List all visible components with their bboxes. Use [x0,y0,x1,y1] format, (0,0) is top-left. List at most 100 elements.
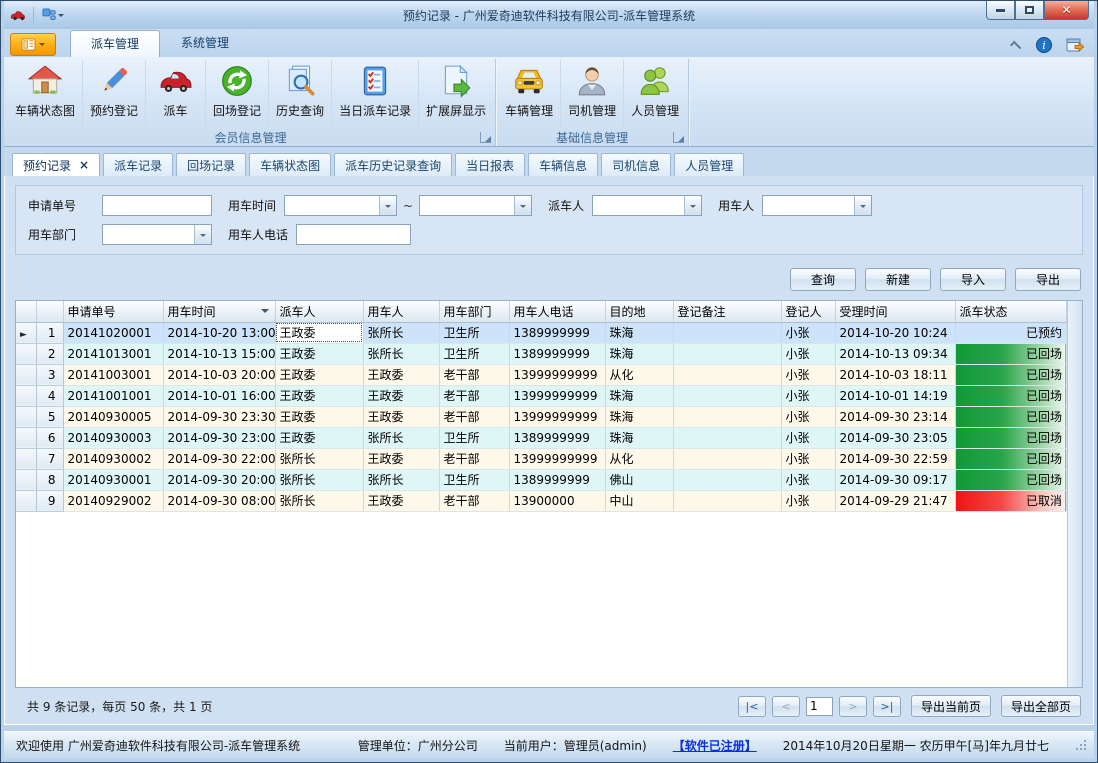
return-register-button[interactable]: 回场登记 [205,60,268,128]
table-row[interactable]: ► 1 20141020001 2014-10-20 13:00 王政委 张所长… [16,322,1067,343]
cell-dispatch-status[interactable]: 已回场 [955,406,1067,427]
cell-destination[interactable]: 珠海 [605,406,673,427]
collapse-ribbon-chevron-icon[interactable] [1010,41,1021,52]
query-button[interactable]: 查询 [790,268,856,291]
cell-remark[interactable] [673,490,781,511]
close-button[interactable]: ✕ [1044,1,1089,20]
cell-destination[interactable]: 从化 [605,364,673,385]
cell-registrar[interactable]: 小张 [781,469,835,490]
table-row[interactable]: 7 20140930002 2014-09-30 22:00 张所长 王政委 老… [16,448,1067,469]
cell-user[interactable]: 王政委 [363,385,439,406]
cell-dept[interactable]: 老干部 [439,448,509,469]
cell-dept[interactable]: 卫生所 [439,469,509,490]
cell-user[interactable]: 王政委 [363,406,439,427]
cell-accept-time[interactable]: 2014-09-29 21:47 [835,490,955,511]
combo-dropdown-button[interactable] [514,196,531,215]
cell-dispatch-status[interactable]: 已回场 [955,469,1067,490]
cell-dispatch-status[interactable]: 已预约 [955,322,1067,343]
cell-phone[interactable]: 13900000 [509,490,605,511]
cell-use-time[interactable]: 2014-09-30 20:00 [163,469,275,490]
tab-return-records[interactable]: 回场记录 [176,153,246,176]
header-use-time[interactable]: 用车时间 [163,301,275,322]
last-page-button[interactable]: >| [873,696,901,717]
cell-registrar[interactable]: 小张 [781,427,835,448]
cell-registrar[interactable]: 小张 [781,364,835,385]
cell-apply-no[interactable]: 20140930001 [63,469,163,490]
cell-use-time[interactable]: 2014-10-01 16:00 [163,385,275,406]
tab-reservation-records[interactable]: 预约记录 × [12,153,100,176]
resize-grip[interactable] [1075,739,1088,752]
history-query-button[interactable]: 历史查询 [268,60,331,128]
prev-page-button[interactable]: < [772,696,800,717]
cell-dispatcher[interactable]: 王政委 [275,385,363,406]
tab-vehicle-info[interactable]: 车辆信息 [528,153,598,176]
cell-registrar[interactable]: 小张 [781,385,835,406]
dispatch-button[interactable]: 派车 [145,60,205,128]
combo-dropdown-button[interactable] [684,196,701,215]
cell-apply-no[interactable]: 20141020001 [63,322,163,343]
cell-dept[interactable]: 老干部 [439,364,509,385]
export-button[interactable]: 导出 [1015,268,1081,291]
cell-use-time[interactable]: 2014-09-30 23:30 [163,406,275,427]
cell-accept-time[interactable]: 2014-10-03 18:11 [835,364,955,385]
header-dept[interactable]: 用车部门 [439,301,509,322]
cell-dispatch-status[interactable]: 已取消 [955,490,1067,511]
switch-window-icon[interactable] [1066,37,1084,53]
vehicle-management-button[interactable]: 车辆管理 [498,60,560,128]
cell-apply-no[interactable]: 20140930003 [63,427,163,448]
cell-remark[interactable] [673,448,781,469]
cell-destination[interactable]: 珠海 [605,427,673,448]
cell-accept-time[interactable]: 2014-09-30 22:59 [835,448,955,469]
table-row[interactable]: 2 20141013001 2014-10-13 15:00 王政委 张所长 卫… [16,343,1067,364]
cell-destination[interactable]: 珠海 [605,343,673,364]
cell-phone[interactable]: 1389999999 [509,343,605,364]
cell-dispatch-status[interactable]: 已回场 [955,343,1067,364]
combo-dropdown-button[interactable] [854,196,871,215]
table-row[interactable]: 9 20140929002 2014-09-30 08:00 张所长 王政委 老… [16,490,1067,511]
table-row[interactable]: 5 20140930005 2014-09-30 23:30 王政委 王政委 老… [16,406,1067,427]
cell-remark[interactable] [673,469,781,490]
vertical-scrollbar[interactable] [1067,301,1082,687]
today-dispatch-records-button[interactable]: 当日派车记录 [331,60,418,128]
ribbon-tab-system-management[interactable]: 系统管理 [160,29,250,57]
application-menu-button[interactable] [10,33,56,56]
reservation-register-button[interactable]: 预约登记 [82,60,145,128]
cell-registrar[interactable]: 小张 [781,448,835,469]
cell-registrar[interactable]: 小张 [781,490,835,511]
first-page-button[interactable]: |< [738,696,766,717]
cell-destination[interactable]: 珠海 [605,322,673,343]
cell-use-time[interactable]: 2014-09-30 22:00 [163,448,275,469]
cell-accept-time[interactable]: 2014-09-30 23:05 [835,427,955,448]
cell-dept[interactable]: 老干部 [439,385,509,406]
cell-dept[interactable]: 老干部 [439,406,509,427]
user-combo[interactable] [762,195,872,216]
cell-dispatcher[interactable]: 王政委 [275,343,363,364]
next-page-button[interactable]: > [839,696,867,717]
cell-dept[interactable]: 卫生所 [439,343,509,364]
tab-vehicle-status-map[interactable]: 车辆状态图 [249,153,331,176]
cell-dept[interactable]: 卫生所 [439,427,509,448]
cell-remark[interactable] [673,406,781,427]
cell-accept-time[interactable]: 2014-10-13 09:34 [835,343,955,364]
cell-phone[interactable]: 13999999999 [509,448,605,469]
dialog-launcher-icon[interactable] [480,132,491,143]
cell-remark[interactable] [673,427,781,448]
cell-use-time[interactable]: 2014-10-13 15:00 [163,343,275,364]
cell-dispatch-status[interactable]: 已回场 [955,385,1067,406]
cell-accept-time[interactable]: 2014-10-20 10:24 [835,322,955,343]
table-row[interactable]: 3 20141003001 2014-10-03 20:00 王政委 王政委 老… [16,364,1067,385]
header-registrar[interactable]: 登记人 [781,301,835,322]
cell-apply-no[interactable]: 20141003001 [63,364,163,385]
minimize-button[interactable] [986,1,1015,20]
combo-dropdown-button[interactable] [194,225,211,244]
cell-phone[interactable]: 1389999999 [509,427,605,448]
cell-dept[interactable]: 卫生所 [439,322,509,343]
use-time-to-combo[interactable] [419,195,532,216]
header-apply-no[interactable]: 申请单号 [63,301,163,322]
cell-dept[interactable]: 老干部 [439,490,509,511]
cell-apply-no[interactable]: 20141013001 [63,343,163,364]
restore-button[interactable] [1015,1,1044,20]
cell-dispatch-status[interactable]: 已回场 [955,427,1067,448]
cell-remark[interactable] [673,364,781,385]
cell-registrar[interactable]: 小张 [781,343,835,364]
